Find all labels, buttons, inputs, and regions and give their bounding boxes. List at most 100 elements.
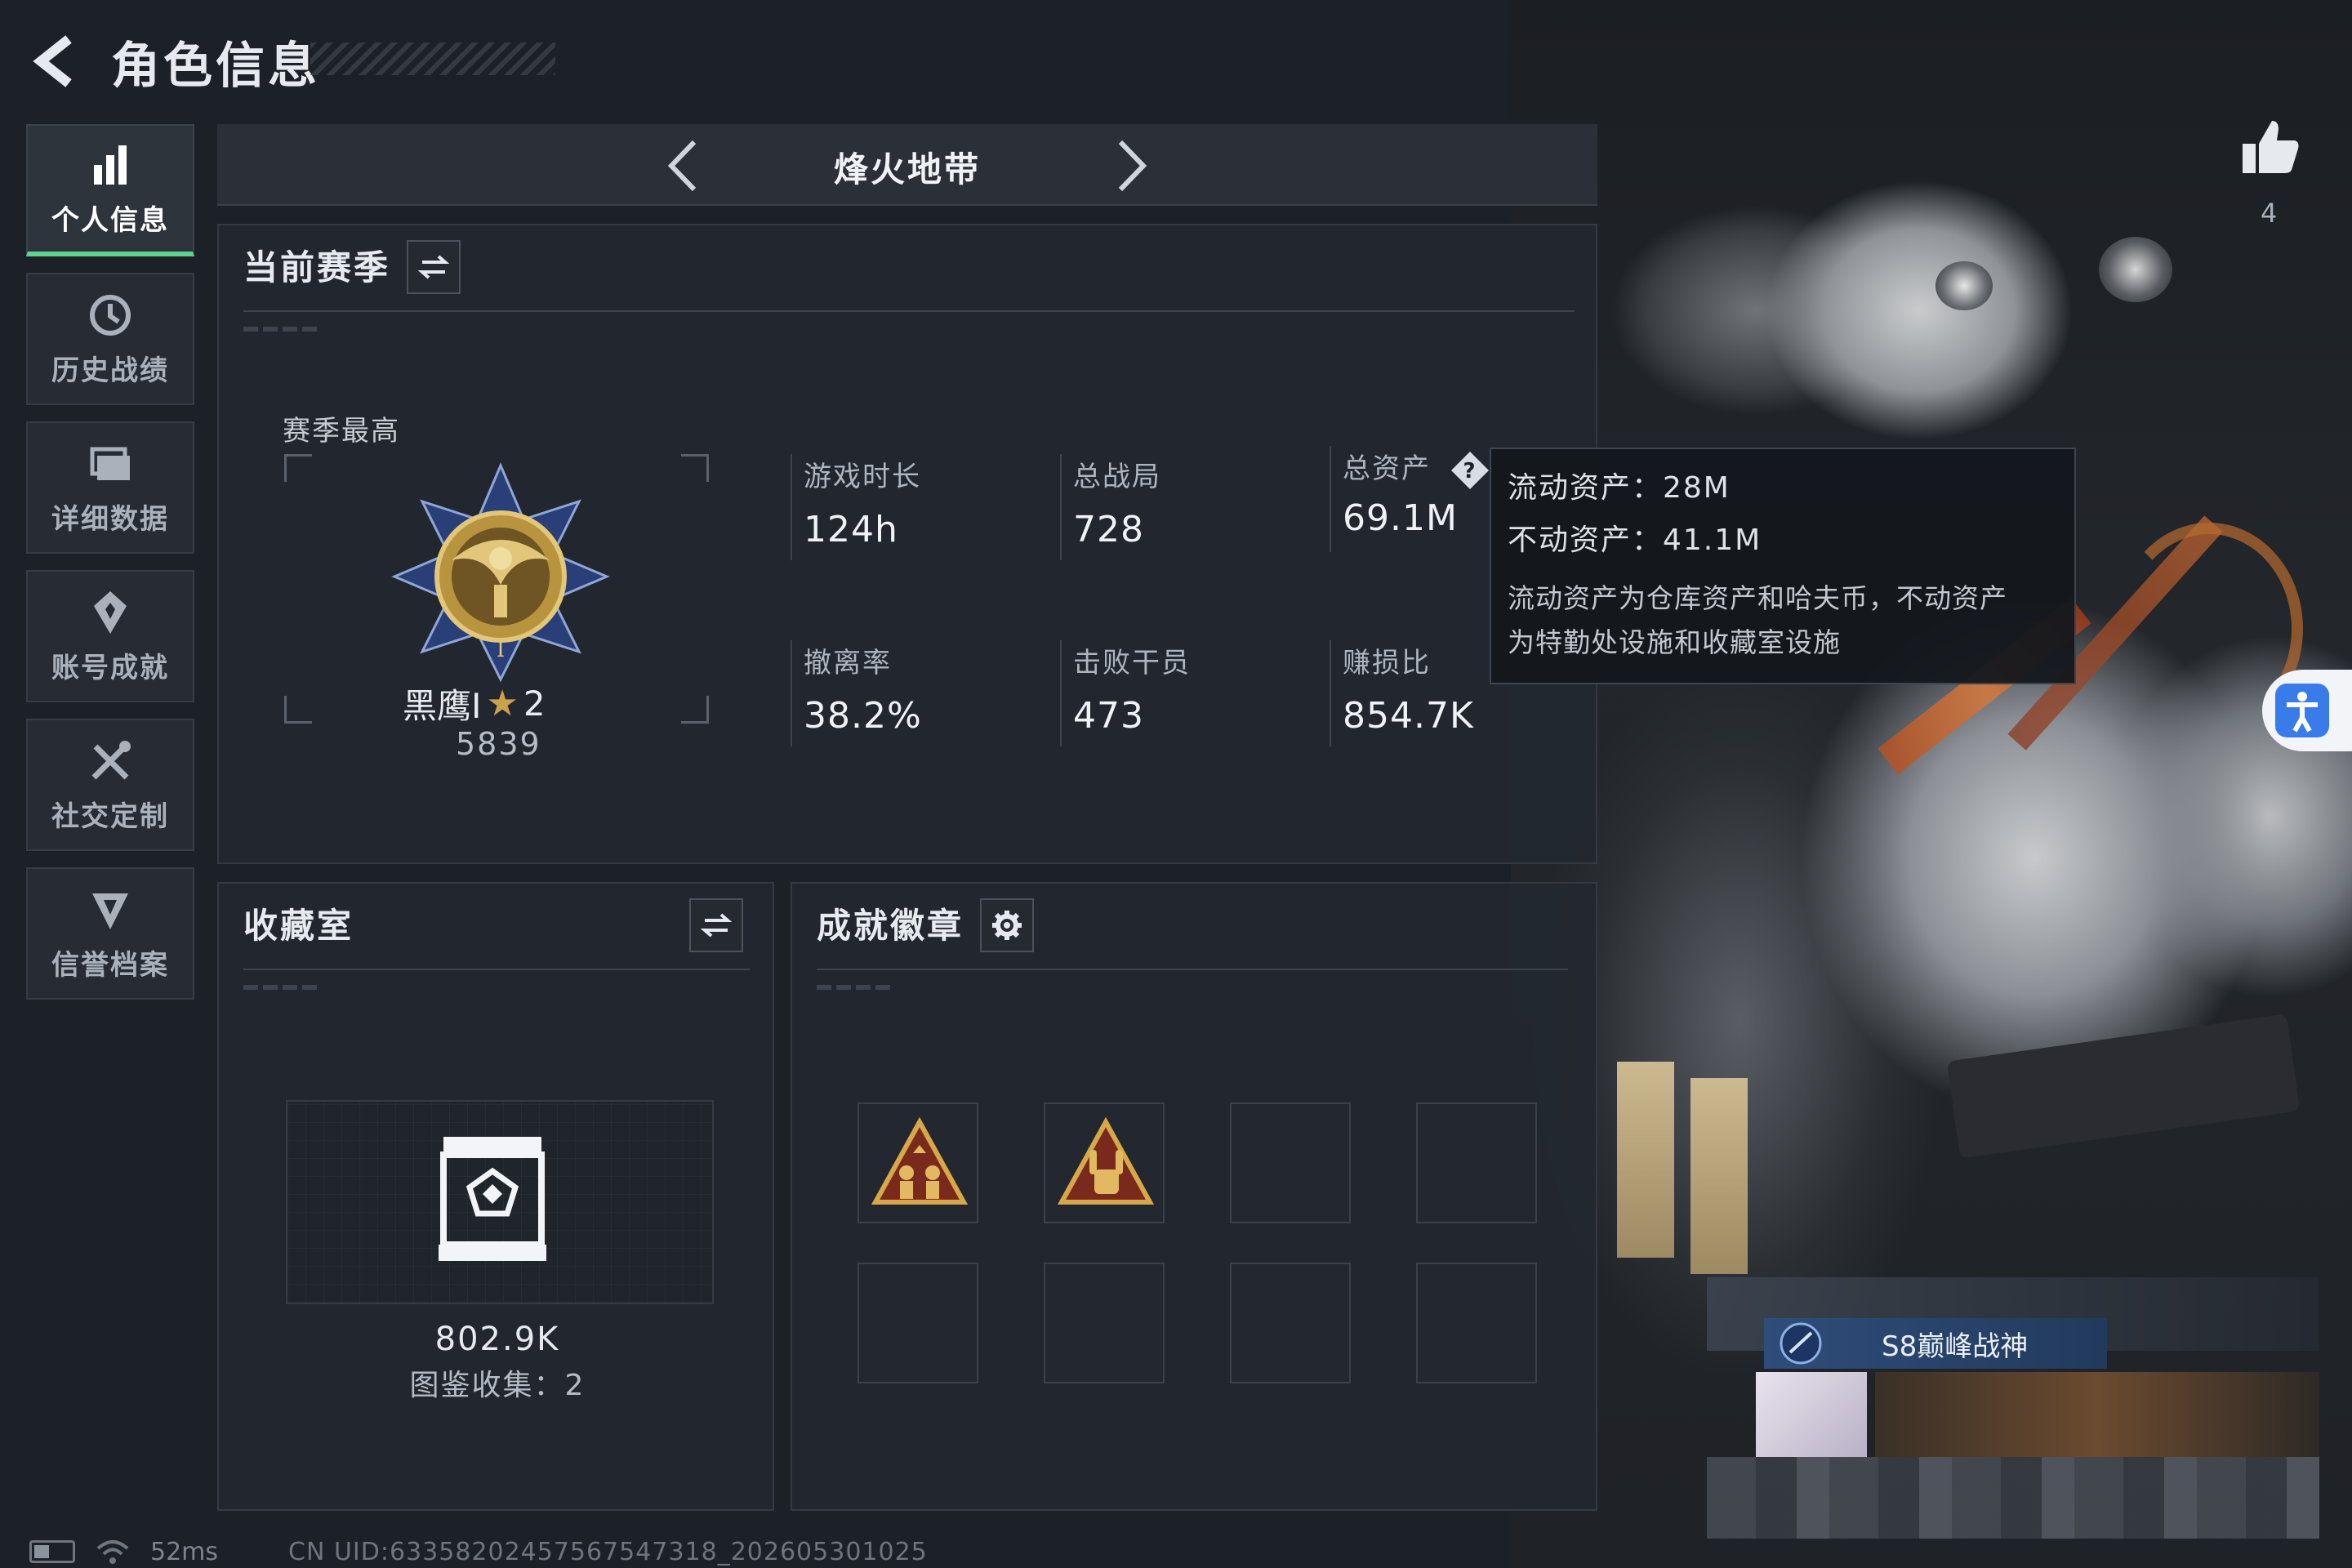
stat-value: 473 [1073, 695, 1144, 737]
thumbs-up-icon[interactable] [2238, 114, 2303, 180]
avatar[interactable] [1756, 1372, 1867, 1457]
rank-name: 黑鹰I ★ 2 [403, 679, 546, 728]
armor-pouch [1617, 1062, 1674, 1258]
tooltip-liquid-assets: 流动资产：28M [1508, 471, 1731, 505]
sidebar-item-label: 历史战绩 [51, 354, 169, 387]
collection-title: 收藏室 [243, 906, 354, 946]
armor-pouch [1690, 1078, 1748, 1274]
sidebar-item-social-custom[interactable]: 社交定制 [26, 719, 194, 851]
display-case-icon [439, 1137, 546, 1261]
swap-icon [700, 913, 733, 938]
helmet-lens [2099, 237, 2172, 302]
rank-score: 5839 [456, 726, 541, 762]
decor-text [243, 327, 317, 332]
battery-icon [29, 1540, 75, 1563]
badge-slot-empty[interactable] [1044, 1263, 1165, 1383]
badge-settings-button[interactable] [980, 898, 1034, 952]
sidebar-item-detailed-data[interactable]: 详细数据 [26, 421, 194, 554]
stat-label: 赚损比 [1343, 647, 1431, 679]
season-best-label: 赛季最高 [283, 415, 400, 448]
history-icon [90, 294, 131, 336]
status-footer: 52ms CN UID:6335820245756754731​8_202605… [29, 1535, 928, 1568]
stat-label: 总资产 ? [1343, 446, 1490, 491]
divider [817, 969, 1568, 970]
mode-selector: 烽火地带 [217, 124, 1597, 206]
collection-value: 802.9K [434, 1321, 560, 1358]
sidebar: 个人信息 历史战绩 详细数据 账号成就 社交定制 信誉档案 [26, 124, 196, 1016]
stat-total-assets: 总资产 ? 69.1M [1330, 446, 1490, 552]
sidebar-item-label: 信誉档案 [51, 948, 169, 982]
stat-kills: 击败干员 473 [1060, 640, 1191, 746]
sidebar-item-label: 个人信息 [51, 203, 169, 237]
stat-value: 854.7K [1343, 695, 1474, 737]
sidebar-item-label: 社交定制 [51, 800, 169, 833]
sidebar-item-credit-record[interactable]: 信誉档案 [26, 867, 194, 1000]
like-count: 4 [2261, 198, 2278, 229]
tools-icon [91, 740, 131, 779]
decor-text [243, 985, 317, 990]
badge-slot[interactable] [858, 1102, 978, 1223]
folder-icon [90, 447, 130, 480]
rank-eagle-emblem-icon: I [391, 462, 610, 683]
collection-count: 图鉴收集：2 [409, 1369, 586, 1402]
stat-matches: 总战局 728 [1060, 454, 1161, 560]
divider [243, 969, 750, 970]
sidebar-item-label: 详细数据 [51, 502, 169, 536]
tooltip-description: 流动资产为仓库资产和哈夫币，不动资产 为特勤处设施和收藏室设施 [1508, 577, 2058, 665]
ping-value: 52ms [150, 1537, 219, 1566]
helmet-lens [1936, 261, 1993, 310]
collection-panel: 收藏室 802.9K 图鉴收集：2 [217, 882, 774, 1511]
stat-value: 124h [804, 509, 898, 550]
help-icon[interactable]: ? [1450, 450, 1490, 491]
uid-text: CN UID:6335820245756754731​8_20260530102… [288, 1537, 928, 1566]
decor-text [817, 985, 890, 990]
collection-switch-button[interactable] [689, 898, 743, 952]
rank-stars: 2 [523, 684, 546, 724]
badge-slot-empty[interactable] [858, 1263, 978, 1383]
badge-slot-empty[interactable] [1230, 1102, 1351, 1223]
title-decoration [310, 42, 555, 75]
stat-profit-ratio: 赚损比 854.7K [1330, 640, 1474, 746]
badge-panel: 成就徽章 [791, 882, 1597, 1511]
svg-text:I: I [497, 638, 505, 662]
star-icon: ★ [486, 683, 519, 724]
back-arrow-icon[interactable] [28, 33, 85, 90]
badge-slot[interactable] [1044, 1102, 1165, 1223]
profile-title-badge[interactable]: S8巅峰战神 [1764, 1318, 2107, 1369]
stat-extract-rate: 撤离率 38.2% [791, 640, 922, 746]
rank-emblem-icon [1780, 1322, 1822, 1365]
tooltip-desc-line: 为特勤处设施和收藏室设施 [1508, 626, 1841, 658]
rank-name-text: 黑鹰I [403, 686, 482, 726]
bar-chart-icon [94, 145, 127, 185]
chevron-right-icon[interactable] [1107, 137, 1156, 194]
sidebar-item-label: 账号成就 [51, 651, 169, 684]
stat-value: 728 [1073, 509, 1144, 550]
sidebar-item-history[interactable]: 历史战绩 [26, 273, 194, 405]
pixelated-name-strip [1707, 1457, 2319, 1539]
season-switch-button[interactable] [407, 240, 461, 294]
stat-label: 撤离率 [804, 647, 892, 679]
stat-label: 总战局 [1073, 461, 1161, 493]
badge-slot-empty[interactable] [1416, 1263, 1537, 1383]
shield-icon [92, 893, 128, 929]
accessibility-button[interactable] [2262, 670, 2352, 751]
profile-title-text: S8巅峰战神 [1882, 1330, 2029, 1363]
profile-banner [1875, 1372, 2319, 1457]
sidebar-item-achievements[interactable]: 账号成就 [26, 570, 194, 702]
divider [243, 310, 1575, 312]
assets-tooltip: 流动资产：28M 不动资产：41.1M 流动资产为仓库资产和哈夫币，不动资产 为… [1490, 448, 2076, 684]
wifi-icon [96, 1540, 129, 1564]
sidebar-item-personal-info[interactable]: 个人信息 [26, 124, 194, 256]
stat-value: 69.1M [1343, 497, 1458, 539]
gear-icon [992, 911, 1022, 940]
armor-belt [1946, 1013, 2301, 1159]
hand-badge-icon [1057, 1116, 1155, 1205]
stat-label: 击败干员 [1073, 647, 1191, 679]
badge-slot-empty[interactable] [1230, 1263, 1351, 1383]
badge-slot-empty[interactable] [1416, 1102, 1537, 1223]
stat-label: 游戏时长 [804, 461, 921, 493]
swap-icon [417, 255, 450, 279]
season-panel: 当前赛季 赛季最高 I 黑鹰I ★ 2 5839 游戏时长 124h 总战局 7… [217, 224, 1597, 864]
svg-text:?: ? [1463, 459, 1477, 483]
badge-title: 成就徽章 [817, 906, 964, 946]
